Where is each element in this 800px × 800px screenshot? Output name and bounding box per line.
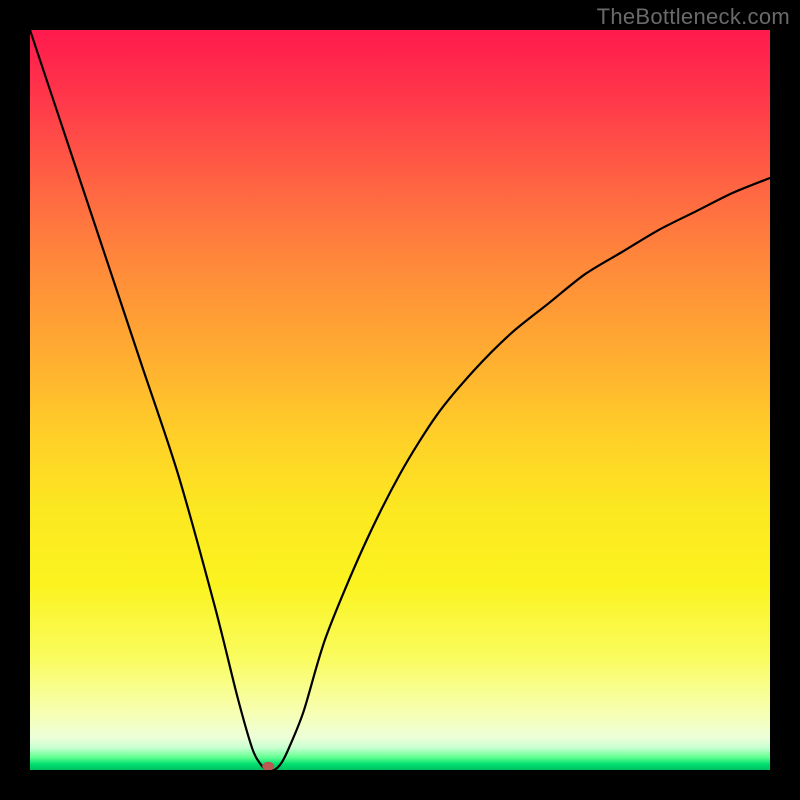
plot-area [30,30,770,770]
watermark-text: TheBottleneck.com [597,4,790,30]
chart-svg [30,30,770,770]
minimum-marker [262,762,274,770]
chart-frame: TheBottleneck.com [0,0,800,800]
bottleneck-curve-line [30,30,770,770]
